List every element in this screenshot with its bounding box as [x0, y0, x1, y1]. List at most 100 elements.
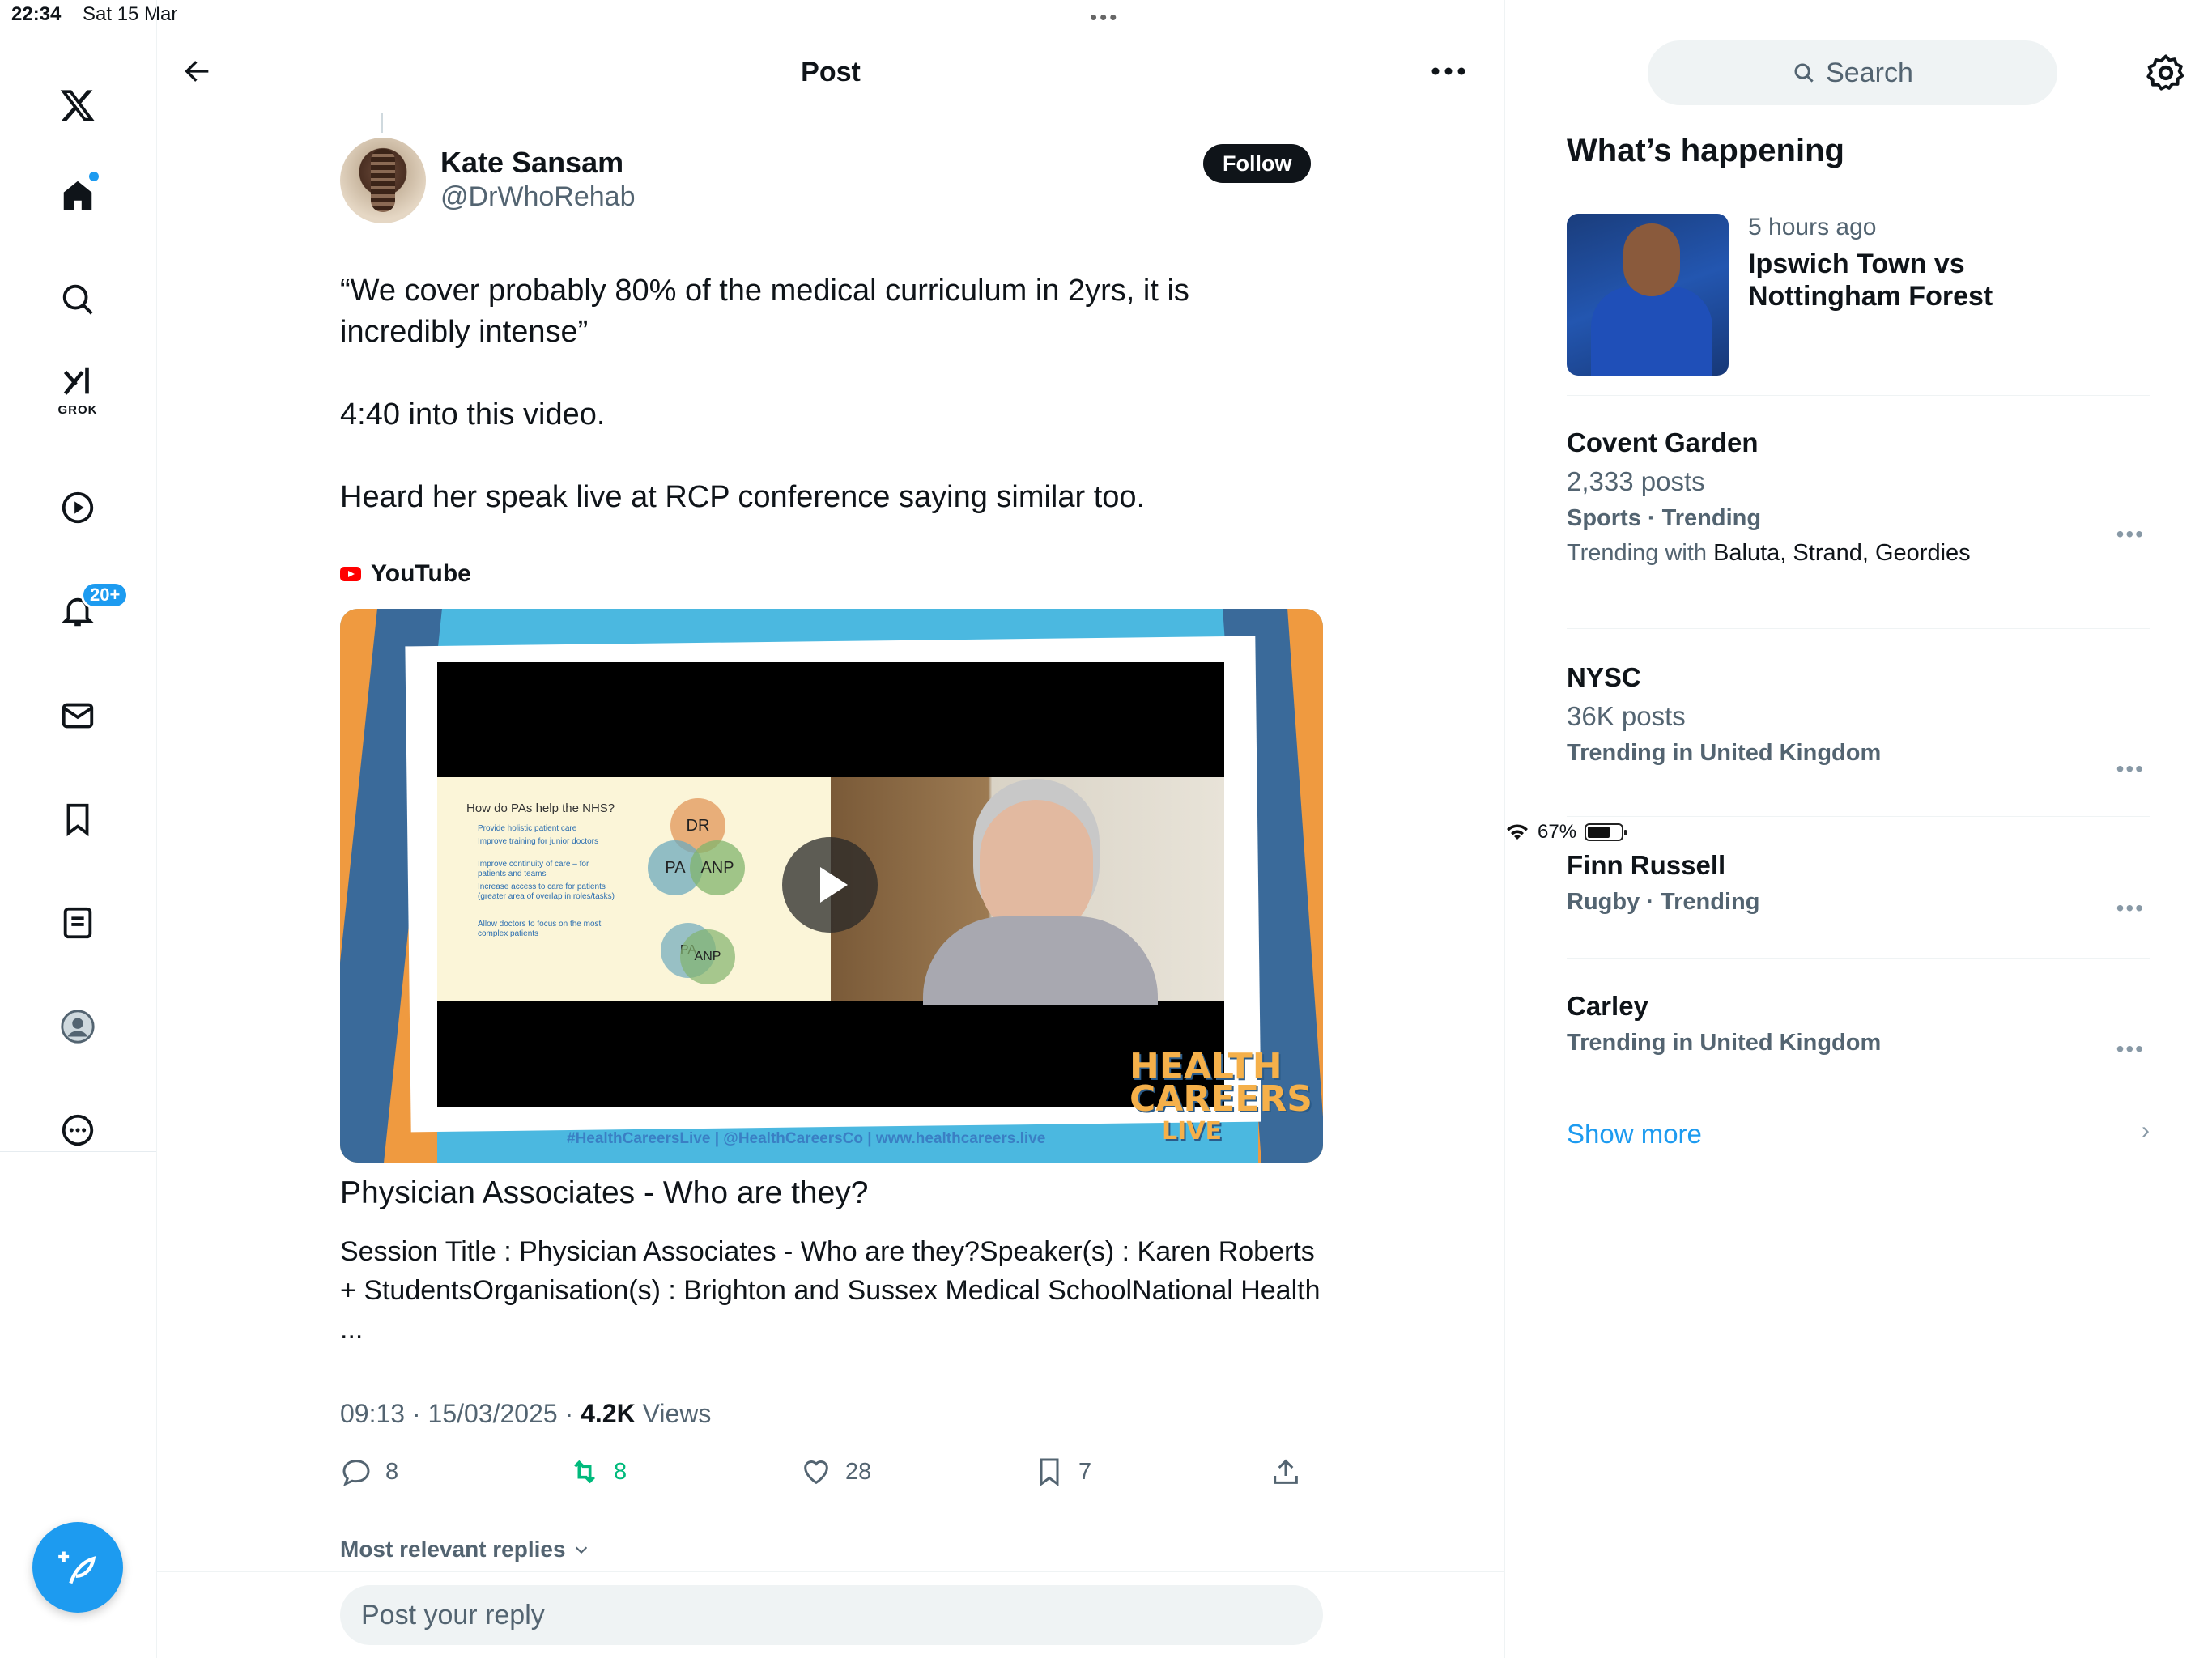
trend-name: Covent Garden [1567, 427, 1759, 457]
trend-category: Trending in United Kingdom [1567, 1030, 1882, 1056]
reply-count: 8 [385, 1458, 399, 1485]
thumb-footer-text: #HealthCareersLive | @HealthCareersCo | … [567, 1130, 1046, 1147]
trend-name: Finn Russell [1567, 850, 1726, 880]
replies-sort-dropdown[interactable]: Most relevant replies [340, 1537, 590, 1562]
x-logo-icon[interactable] [45, 73, 110, 138]
trend-item[interactable]: Finn Russell Rugby · Trending ••• [1567, 850, 2150, 920]
speaker-body [923, 916, 1158, 1005]
author-avatar[interactable] [340, 138, 426, 223]
right-sidebar: Search What’s happening 5 hours ago Ipsw… [1505, 0, 2212, 1658]
post-more-button[interactable] [1420, 47, 1477, 96]
more-horizontal-icon [1431, 67, 1465, 75]
card-title[interactable]: Physician Associates - Who are they? [340, 1175, 868, 1211]
play-button[interactable] [782, 837, 878, 933]
share-button[interactable] [1270, 1456, 1302, 1488]
trend-more-button[interactable]: ••• [2116, 521, 2145, 547]
post-header: Post [157, 32, 1504, 113]
thumb-brand-logo: HEALTH CAREERS LIVE [1129, 1049, 1312, 1148]
trend-divider [1567, 395, 2150, 396]
source-label: YouTube [371, 560, 471, 587]
search-icon [62, 284, 93, 315]
trend-more-button[interactable]: ••• [2116, 1036, 2145, 1062]
views-count: 4.2K [581, 1399, 636, 1428]
trend-with: Trending with Baluta, Strand, Geordies [1567, 540, 2150, 567]
trend-category: Sports · Trending [1567, 505, 1762, 531]
post-paragraph: 4:40 into this video. [340, 397, 606, 432]
brand-line: CAREERS [1129, 1078, 1312, 1120]
trend-item[interactable]: Carley Trending in United Kingdom ••• [1567, 991, 2150, 1061]
nav-profile[interactable] [45, 994, 110, 1059]
section-title: What’s happening [1567, 133, 1844, 168]
news-time: 5 hours ago [1748, 214, 1877, 240]
compose-feather-icon [58, 1551, 96, 1584]
author-name[interactable]: Kate Sansam [440, 146, 623, 180]
author-handle[interactable]: @DrWhoRehab [440, 181, 636, 213]
chevron-down-icon [575, 1546, 587, 1554]
trend-name: NYSC [1567, 662, 1641, 692]
compose-button[interactable] [32, 1522, 123, 1613]
reply-button[interactable]: 8 [340, 1456, 398, 1488]
slide-bullet: Improve continuity of care – for patient… [478, 860, 589, 878]
bookmark-button[interactable]: 7 [1033, 1456, 1091, 1488]
trend-with-names: Baluta, Strand, Geordies [1713, 540, 1971, 566]
venn-circle-anp: ANP [690, 840, 745, 895]
trend-divider [1567, 628, 2150, 629]
repost-count: 8 [614, 1458, 627, 1485]
brand-line: LIVE [1162, 1117, 1222, 1146]
trend-more-button[interactable]: ••• [2116, 895, 2145, 921]
bookmark-icon [1040, 1458, 1059, 1486]
follow-button[interactable]: Follow [1203, 144, 1312, 183]
repost-button[interactable]: 8 [568, 1456, 627, 1488]
mail-icon [62, 703, 94, 729]
trend-category: Trending in United Kingdom [1567, 740, 1882, 766]
news-title[interactable]: Ipswich Town vs Nottingham Forest [1748, 248, 2072, 312]
nav-notifications[interactable]: 20+ [45, 580, 130, 644]
heart-icon [804, 1460, 828, 1485]
grok-label: GROK [57, 403, 98, 417]
nav-messages[interactable] [45, 683, 110, 748]
link-source[interactable]: YouTube [340, 560, 471, 588]
post-timestamp[interactable]: 09:13 · 15/03/2025 · [340, 1399, 581, 1428]
like-button[interactable]: 28 [800, 1456, 871, 1488]
gear-icon[interactable] [2145, 52, 2187, 94]
profile-avatar-icon [61, 1010, 95, 1044]
status-time: 22:34 [11, 3, 62, 25]
search-input[interactable]: Search [1648, 40, 2057, 105]
list-icon [63, 907, 92, 939]
nav-grok[interactable]: GROK [45, 356, 110, 421]
nav-home[interactable] [45, 164, 110, 228]
search-icon [1794, 63, 1814, 83]
action-bar: 8 8 28 7 [340, 1456, 1344, 1504]
post-text: “We cover probably 80% of the medical cu… [340, 270, 1231, 559]
grok-icon [63, 367, 89, 395]
nav-divider [0, 1151, 156, 1152]
nav-lists[interactable] [45, 891, 110, 955]
thread-line [381, 113, 383, 133]
player-shirt [1591, 287, 1712, 376]
youtube-icon [340, 567, 361, 581]
slide-bullet: Increase access to care for patients (gr… [478, 882, 615, 901]
trend-divider [1567, 816, 2150, 817]
play-circle-icon [62, 491, 94, 524]
trend-item[interactable]: NYSC 36K posts Trending in United Kingdo… [1567, 662, 2150, 781]
slide-bullet: Provide holistic patient care [478, 824, 577, 833]
main-column: Post Kate Sansam @DrWhoRehab Follow “We … [157, 0, 1504, 1658]
reply-divider [157, 1571, 1504, 1572]
nav-video[interactable] [45, 475, 110, 540]
home-icon [63, 181, 92, 210]
reply-input[interactable]: Post your reply [340, 1585, 1323, 1645]
trend-item[interactable]: Covent Garden 2,333 posts Sports · Trend… [1567, 427, 2150, 567]
nav-more[interactable] [45, 1098, 110, 1163]
video-thumbnail[interactable]: How do PAs help the NHS? Provide holisti… [340, 609, 1323, 1163]
card-description: Session Title : Physician Associates - W… [340, 1236, 1321, 1345]
nav-bookmarks[interactable] [45, 787, 110, 852]
trend-posts: 36K posts [1567, 701, 1686, 731]
comment-icon [342, 1460, 370, 1486]
nav-explore[interactable] [45, 267, 110, 332]
left-nav: GROK 20+ [0, 32, 156, 1658]
show-more-link[interactable]: Show more [1567, 1119, 1702, 1150]
repost-icon [574, 1460, 595, 1484]
news-thumbnail[interactable] [1567, 214, 1729, 376]
slide-bullet: Improve training for junior doctors [478, 837, 598, 846]
trend-more-button[interactable]: ••• [2116, 756, 2145, 782]
